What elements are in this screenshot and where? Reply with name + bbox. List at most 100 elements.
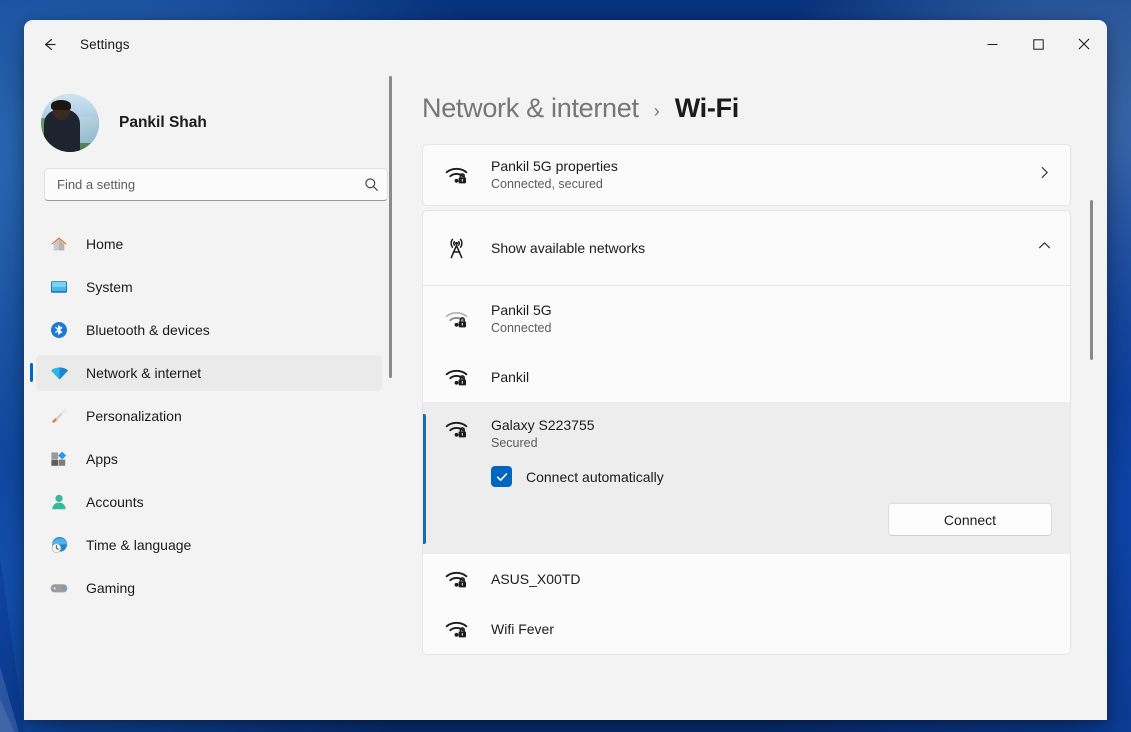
title-bar: Settings xyxy=(24,20,1107,68)
checkbox-label: Connect automatically xyxy=(526,468,664,485)
breadcrumb: Network & internet › Wi-Fi xyxy=(422,68,1107,144)
gaming-icon xyxy=(48,577,70,599)
network-item-wifi-fever[interactable]: Wifi Fever xyxy=(423,604,1070,654)
selected-network-actions: Connect xyxy=(443,503,1052,536)
wifi-secured-icon xyxy=(443,616,469,642)
main-scrollbar-thumb[interactable] xyxy=(1090,200,1093,360)
network-item-pankil[interactable]: Pankil xyxy=(423,352,1070,402)
window-title: Settings xyxy=(80,36,130,52)
settings-window: Settings Pankil Shah Find a setting Home… xyxy=(24,20,1107,720)
window-controls xyxy=(969,20,1107,68)
sidebar-item-apps[interactable]: Apps xyxy=(36,441,382,477)
sidebar-item-home[interactable]: Home xyxy=(36,226,382,262)
checkbox-box xyxy=(491,466,512,487)
wifi-secured-icon xyxy=(443,566,469,592)
sidebar-item-personalization[interactable]: Personalization xyxy=(36,398,382,434)
sidebar-item-accounts[interactable]: Accounts xyxy=(36,484,382,520)
connect-automatically-checkbox[interactable]: Connect automatically xyxy=(491,466,1052,487)
network-name: Pankil 5G xyxy=(491,302,552,318)
chevron-right-icon xyxy=(1037,165,1052,185)
sidebar-item-label: Apps xyxy=(86,451,118,467)
wifi-secured-icon xyxy=(443,364,469,390)
sidebar-item-label: Home xyxy=(86,236,124,252)
network-name: ASUS_X00TD xyxy=(491,571,581,587)
maximize-icon xyxy=(1032,38,1044,50)
sidebar-item-gaming[interactable]: Gaming xyxy=(36,570,382,606)
sidebar-item-label: Bluetooth & devices xyxy=(86,322,210,338)
sidebar: Pankil Shah Find a setting Home System B… xyxy=(24,68,402,720)
sidebar-item-bluetooth[interactable]: Bluetooth & devices xyxy=(36,312,382,348)
user-profile[interactable]: Pankil Shah xyxy=(24,68,402,164)
chevron-up-icon[interactable] xyxy=(1037,238,1052,258)
minimize-button[interactable] xyxy=(969,20,1015,68)
row-texts: Pankil xyxy=(491,368,1052,386)
row-texts: Wifi Fever xyxy=(491,620,1052,638)
row-network-properties[interactable]: Pankil 5G properties Connected, secured xyxy=(423,145,1070,205)
breadcrumb-parent[interactable]: Network & internet xyxy=(422,93,639,124)
row-texts: Galaxy S223755 Secured xyxy=(491,416,1052,452)
avatar xyxy=(41,94,99,152)
selected-network-header: Galaxy S223755 Secured xyxy=(443,416,1052,452)
home-icon xyxy=(48,233,70,255)
checkmark-icon xyxy=(496,472,507,481)
sidebar-item-label: Gaming xyxy=(86,580,136,596)
page-title: Wi-Fi xyxy=(674,93,740,123)
desktop-wallpaper: Settings Pankil Shah Find a setting Home… xyxy=(0,0,1131,732)
back-button[interactable] xyxy=(32,27,66,61)
maximize-button[interactable] xyxy=(1015,20,1061,68)
accounts-icon xyxy=(48,491,70,513)
network-icon xyxy=(48,362,70,384)
settings-list: Pankil 5G properties Connected, secured xyxy=(422,144,1107,720)
row-show-available-networks[interactable]: Show available networks xyxy=(423,211,1070,285)
network-item-pankil-5g[interactable]: Pankil 5G Connected xyxy=(423,286,1070,352)
row-title: Pankil 5G properties xyxy=(491,158,618,174)
row-texts: Pankil 5G Connected xyxy=(491,301,1052,337)
row-title: Show available networks xyxy=(491,240,646,256)
bluetooth-icon xyxy=(48,319,70,341)
sidebar-item-label: Personalization xyxy=(86,408,182,424)
network-item-galaxy-s223755-selected[interactable]: Galaxy S223755 Secured Connect automatic… xyxy=(423,402,1070,554)
sidebar-nav: Home System Bluetooth & devices Network … xyxy=(24,219,402,720)
close-icon xyxy=(1078,38,1090,50)
wifi-secured-icon xyxy=(443,416,469,442)
search-input[interactable] xyxy=(57,177,364,192)
sidebar-item-network-internet[interactable]: Network & internet xyxy=(30,355,382,391)
available-networks-card: Show available networks Pankil 5G Connec… xyxy=(422,210,1071,655)
personalization-icon xyxy=(48,405,70,427)
main-content: Network & internet › Wi-Fi Pankil 5G pro… xyxy=(402,68,1107,720)
row-texts: ASUS_X00TD xyxy=(491,570,1052,588)
close-button[interactable] xyxy=(1061,20,1107,68)
network-name: Galaxy S223755 xyxy=(491,417,595,433)
row-subtitle: Connected, secured xyxy=(491,177,603,191)
search-box[interactable] xyxy=(44,168,388,201)
network-properties-card: Pankil 5G properties Connected, secured xyxy=(422,144,1071,206)
sidebar-item-label: System xyxy=(86,279,133,295)
profile-name: Pankil Shah xyxy=(119,114,207,131)
back-arrow-icon xyxy=(44,38,56,50)
row-texts: Pankil 5G properties Connected, secured xyxy=(491,157,1037,193)
row-texts: Show available networks xyxy=(491,239,1037,257)
network-status: Secured xyxy=(491,436,538,450)
sidebar-item-system[interactable]: System xyxy=(36,269,382,305)
network-name: Wifi Fever xyxy=(491,621,554,637)
breadcrumb-separator-icon: › xyxy=(653,101,660,121)
sidebar-scrollbar-thumb[interactable] xyxy=(389,76,392,378)
network-item-asus-x00td[interactable]: ASUS_X00TD xyxy=(423,554,1070,604)
search-icon xyxy=(365,178,378,191)
wifi-secured-icon xyxy=(443,306,469,332)
broadcast-tower-icon xyxy=(443,235,469,261)
network-status: Connected xyxy=(491,321,552,335)
connect-button[interactable]: Connect xyxy=(888,503,1052,536)
divider xyxy=(423,285,1070,286)
network-name: Pankil xyxy=(491,369,530,385)
time-language-icon xyxy=(48,534,70,556)
sidebar-item-label: Accounts xyxy=(86,494,144,510)
sidebar-item-label: Time & language xyxy=(86,537,192,553)
window-body: Pankil Shah Find a setting Home System B… xyxy=(24,68,1107,720)
sidebar-item-time-language[interactable]: Time & language xyxy=(36,527,382,563)
wifi-secured-icon xyxy=(443,162,469,188)
minimize-icon xyxy=(987,43,997,45)
apps-icon xyxy=(48,448,70,470)
system-icon xyxy=(48,276,70,298)
sidebar-item-label: Network & internet xyxy=(86,365,202,381)
